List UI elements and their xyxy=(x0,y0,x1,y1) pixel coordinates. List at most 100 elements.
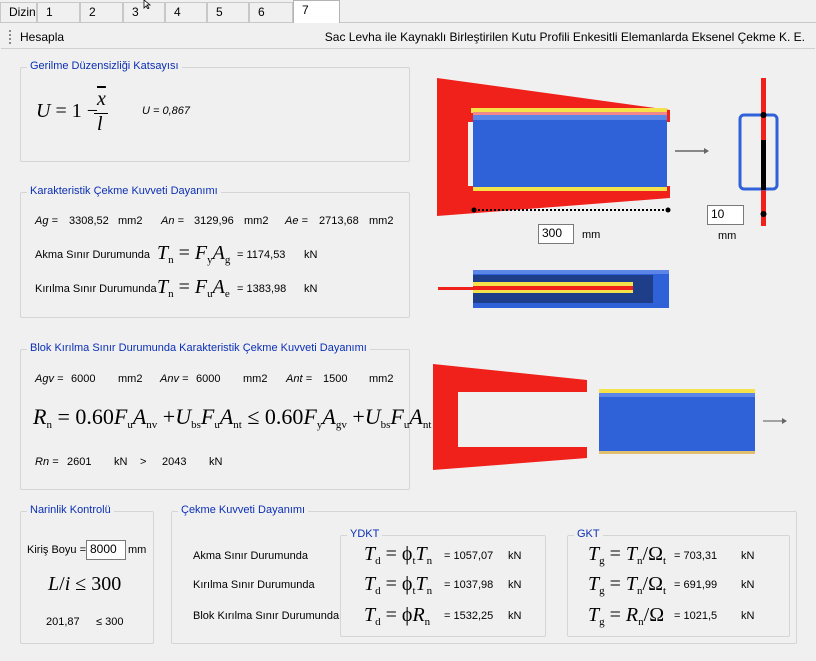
tab-4[interactable]: 4 xyxy=(165,2,207,22)
karakteristik-title: Karakteristik Çekme Kuvveti Dayanımı xyxy=(27,185,221,197)
block-weld-top xyxy=(599,389,755,393)
ag-value: 3308,52 xyxy=(69,215,109,227)
cekme-row-akma: Akma Sınır Durumunda xyxy=(193,550,308,562)
rn-unit: kN xyxy=(114,456,128,468)
box-profile-top xyxy=(473,115,667,190)
block-gusset-plate xyxy=(433,364,587,470)
ydkt-formula-akma: Td = ϕtTn xyxy=(364,543,433,567)
ydkt-unit-blok: kN xyxy=(508,610,522,622)
rn-value: 2601 xyxy=(67,456,92,468)
side-weld-top xyxy=(473,282,633,286)
kirilma-formula: Tn = FuAe xyxy=(157,276,230,300)
slenderness-formula: L/i ≤ 300 xyxy=(48,573,122,595)
tab-1[interactable]: 1 xyxy=(37,2,80,22)
hesapla-button[interactable]: Hesapla xyxy=(20,30,64,44)
dimension-end-dot xyxy=(665,207,671,213)
an-unit: mm2 xyxy=(244,215,269,227)
toolbar-grip-icon xyxy=(9,30,12,44)
cap-unit: kN xyxy=(209,456,223,468)
block-weld-bottom xyxy=(599,451,755,454)
agv-label: Agv = xyxy=(35,373,64,385)
gkt-unit-akma: kN xyxy=(741,550,755,562)
weld-size-unit: mm xyxy=(718,230,737,242)
ae-unit: mm2 xyxy=(369,215,394,227)
gt-symbol: > xyxy=(140,456,147,468)
block-shear-formula: Rn = 0.60FuAnv +UbsFuAnt ≤ 0.60FyAgv +Ub… xyxy=(33,404,432,431)
block-arrow-head xyxy=(782,418,787,424)
u-value: U = 0,867 xyxy=(142,105,191,117)
ratio-limit: ≤ 300 xyxy=(96,616,124,628)
blok-title: Blok Kırılma Sınır Durumunda Karakterist… xyxy=(27,342,370,354)
ydkt-value-blok: = 1532,25 xyxy=(444,610,494,622)
u-formula-l: l xyxy=(97,113,103,135)
gkt-value-akma: = 703,31 xyxy=(674,550,718,562)
dimension-start-dot xyxy=(471,207,477,213)
ratio-value: 201,87 xyxy=(46,616,80,628)
gkt-value-kirilma: = 691,99 xyxy=(674,579,718,591)
u-formula-x: x xyxy=(97,88,106,110)
anv-unit: mm2 xyxy=(243,373,268,385)
tab-dizin[interactable]: Dizin xyxy=(0,2,37,22)
page-title: Sac Levha ile Kaynaklı Birleştirilen Kut… xyxy=(324,30,805,44)
side-plate-inner xyxy=(473,286,633,290)
an-label: An = xyxy=(161,215,184,227)
narinlik-title: Narinlik Kontrolü xyxy=(27,504,114,516)
akma-value: = 1174,53 xyxy=(237,249,286,261)
gerilme-title: Gerilme Düzensizliği Katsayısı xyxy=(27,60,182,72)
section-dot-bottom xyxy=(760,211,767,217)
kirilma-unit: kN xyxy=(304,283,318,295)
block-shear-diagram xyxy=(433,364,787,470)
connection-diagram xyxy=(437,78,779,308)
gkt-formula-blok: Tg = Rn/Ω xyxy=(588,604,665,628)
akma-formula: Tn = FyAg xyxy=(157,242,231,266)
weld-bottom xyxy=(473,187,667,191)
tab-5[interactable]: 5 xyxy=(207,2,249,22)
ydkt-formula-blok: Td = ϕRn xyxy=(364,604,431,628)
u-formula: U = 1 − xyxy=(36,100,99,122)
side-profile-highlight xyxy=(473,270,669,274)
length-input[interactable]: 300 xyxy=(538,224,574,244)
ant-value: 1500 xyxy=(323,373,348,385)
ant-label: Ant = xyxy=(286,373,312,385)
tab-7[interactable]: 7 xyxy=(293,0,340,23)
kiris-label: Kiriş Boyu = xyxy=(27,544,86,556)
tab-6[interactable]: 6 xyxy=(249,2,293,22)
ydkt-unit-akma: kN xyxy=(508,550,522,562)
kirilma-value: = 1383,98 xyxy=(237,283,287,295)
ae-value: 2713,68 xyxy=(319,215,359,227)
agv-value: 6000 xyxy=(71,373,96,385)
tab-2[interactable]: 2 xyxy=(80,2,123,22)
akma-label: Akma Sınır Durumunda xyxy=(35,249,150,261)
gkt-title: GKT xyxy=(574,528,603,540)
agv-unit: mm2 xyxy=(118,373,143,385)
kiris-unit: mm xyxy=(128,544,147,556)
side-weld-bottom xyxy=(473,290,633,293)
block-profile-highlight xyxy=(599,393,755,397)
mouse-cursor-icon xyxy=(143,0,152,9)
gkt-unit-blok: kN xyxy=(741,610,755,622)
kirilma-label: Kırılma Sınır Durumunda xyxy=(35,283,157,295)
ydkt-value-kirilma: = 1037,98 xyxy=(444,579,494,591)
anv-value: 6000 xyxy=(196,373,221,385)
an-value: 3129,96 xyxy=(194,215,234,227)
box-profile-highlight xyxy=(473,115,667,120)
akma-unit: kN xyxy=(304,249,318,261)
rn-label: Rn = xyxy=(35,456,59,468)
gkt-formula-kirilma: Tg = Tn/Ωt xyxy=(588,573,667,597)
cekme-row-blok: Blok Kırılma Sınır Durumunda xyxy=(193,610,340,622)
anv-label: Anv = xyxy=(160,373,189,385)
gkt-value-blok: = 1021,5 xyxy=(674,610,718,622)
ydkt-unit-kirilma: kN xyxy=(508,579,522,591)
ae-label: Ae = xyxy=(285,215,308,227)
kiris-input[interactable]: 8000 xyxy=(86,540,126,560)
ydkt-formula-kirilma: Td = ϕtTn xyxy=(364,573,433,597)
section-weld xyxy=(761,140,766,190)
ydkt-value-akma: = 1057,07 xyxy=(444,550,494,562)
length-unit: mm xyxy=(582,229,601,241)
tab-strip: Dizin 1 2 3 4 5 6 7 xyxy=(0,0,816,23)
cekme-title: Çekme Kuvveti Dayanımı xyxy=(178,504,309,516)
weld-size-input[interactable]: 10 xyxy=(707,205,744,225)
block-profile xyxy=(599,393,755,451)
section-box xyxy=(738,113,779,191)
cekme-row-kirilma: Kırılma Sınır Durumunda xyxy=(193,579,315,591)
